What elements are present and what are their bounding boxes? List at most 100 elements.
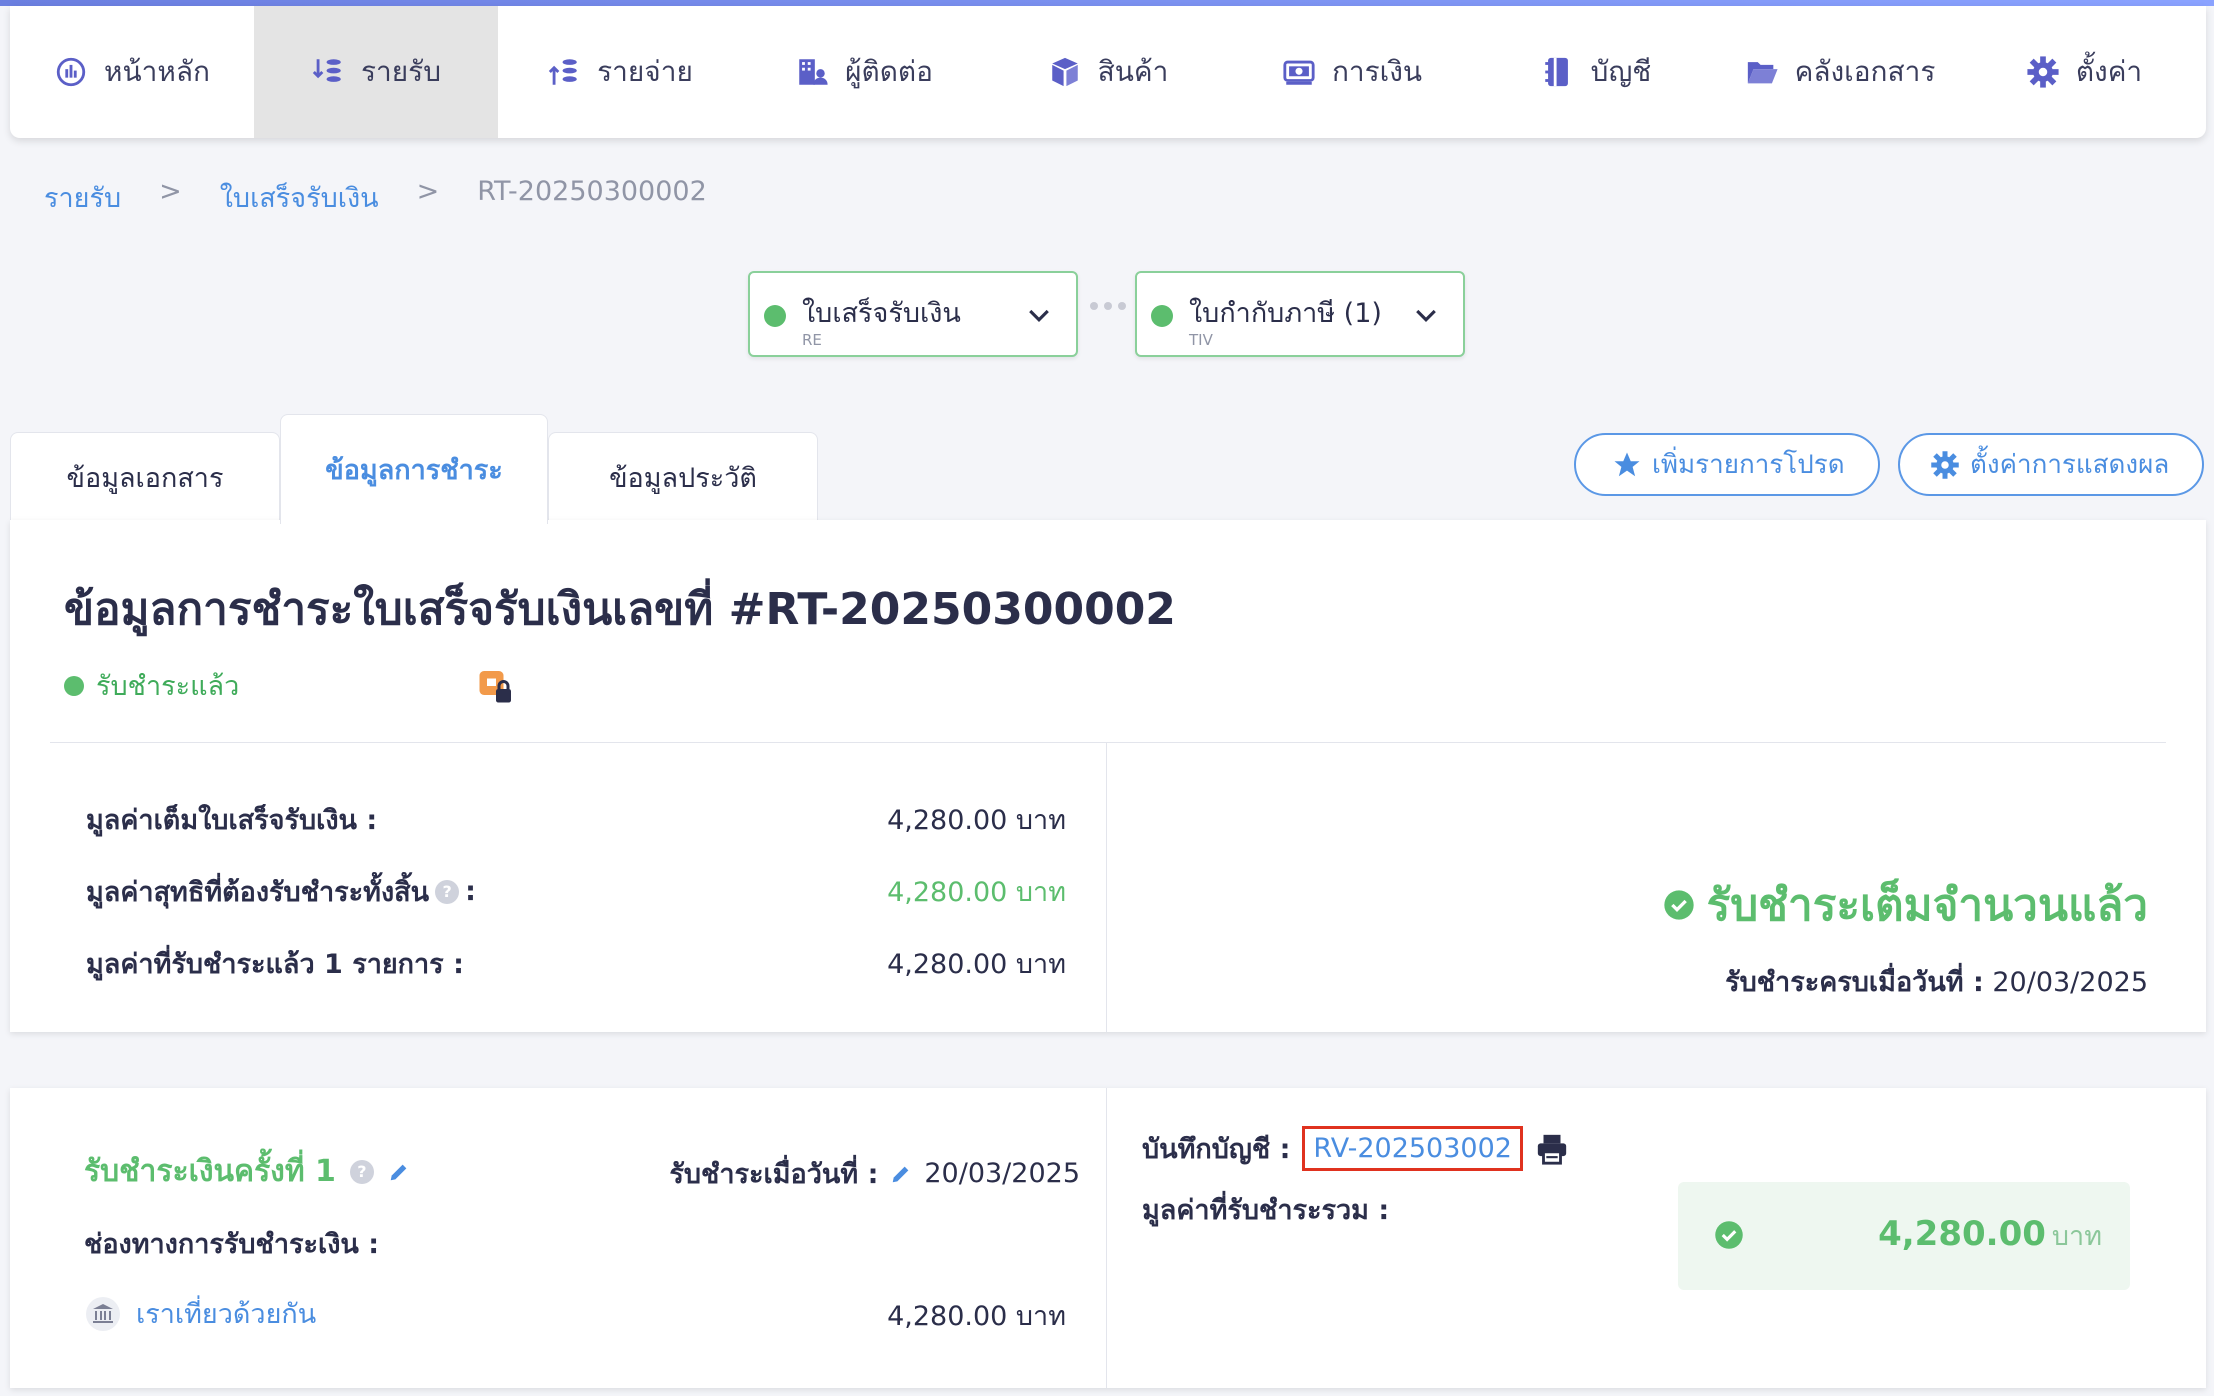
locked-document-icon[interactable]: [478, 668, 514, 704]
star-icon: [1614, 452, 1640, 476]
payment-channel-name: เราเที่ยวด้วยกัน: [136, 1299, 317, 1330]
nav-item-contacts[interactable]: ผู้ติดต่อ: [742, 6, 986, 138]
breadcrumb: รายรับ > ใบเสร็จรับเงิน > RT-20250300002: [44, 176, 707, 219]
nav-item-expense[interactable]: รายจ่าย: [498, 6, 742, 138]
chevron-down-icon: [1029, 309, 1049, 322]
row-full-value: มูลค่าเต็มใบเสร็จรับเงิน :: [86, 798, 377, 841]
doc-chip-code: TIV: [1189, 331, 1213, 349]
edit-pencil-icon[interactable]: [388, 1161, 410, 1183]
total-received-label: มูลค่าที่รับชำระรวม :: [1142, 1195, 1390, 1226]
nav-item-income[interactable]: รายรับ: [254, 6, 498, 138]
check-circle-icon: [1715, 1221, 1743, 1249]
row-paid-value: มูลค่าที่รับชำระแล้ว 1 รายการ :: [86, 942, 464, 985]
payment-channel-amount: 4,280.00 บาท: [887, 1301, 1066, 1332]
status-dot: [1151, 305, 1173, 327]
nav-item-products[interactable]: สินค้า: [986, 6, 1230, 138]
payment-channel-label: ช่องทางการรับชำระเงิน :: [84, 1229, 380, 1260]
doc-chip-title: ใบกำกับภาษี (1): [1189, 298, 1382, 329]
row-paid-value-amount: 4,280.00 บาท: [887, 949, 1066, 980]
tab-label: ข้อมูลการชำระ: [325, 455, 503, 486]
display-settings-label: ตั้งค่าการแสดงผล: [1970, 450, 2170, 480]
add-favorite-button[interactable]: เพิ่มรายการโปรด: [1574, 433, 1880, 496]
tab-payment-info[interactable]: ข้อมูลการชำระ: [280, 414, 548, 524]
total-received-value: 4,280.00: [1878, 1214, 2046, 1254]
nav-label: คลังเอกสาร: [1794, 55, 1936, 88]
nav-label: สินค้า: [1097, 55, 1169, 88]
tab-label: ข้อมูลประวัติ: [609, 463, 757, 494]
bank-icon: [86, 1296, 120, 1331]
tab-history[interactable]: ข้อมูลประวัติ: [548, 432, 818, 522]
nav-label: หน้าหลัก: [104, 55, 210, 88]
account-record: บันทึกบัญชี : RV-202503002: [1142, 1126, 1569, 1171]
payment-record-card: รับชำระเงินครั้งที่ 1 ? รับชำระเมื่อวันท…: [10, 1088, 2206, 1388]
check-circle-icon: [1663, 890, 1694, 920]
display-settings-button[interactable]: ตั้งค่าการแสดงผล: [1898, 433, 2204, 496]
row-net-value: มูลค่าสุทธิที่ต้องรับชำระทั้งสิ้น ? :: [86, 870, 476, 913]
payment-title: รับชำระเงินครั้งที่ 1 ?: [84, 1148, 410, 1195]
divider: [1106, 743, 1107, 1032]
paid-in-full-text: รับชำระเต็มจำนวนแล้ว: [1706, 880, 2148, 931]
divider: [50, 742, 2166, 743]
help-icon[interactable]: ?: [349, 1159, 374, 1184]
account-book-icon: [1544, 57, 1568, 87]
status-badge: รับชำระแล้ว: [64, 664, 239, 707]
expense-icon: [548, 59, 577, 85]
help-icon[interactable]: ?: [435, 879, 460, 904]
gear-icon: [2027, 56, 2059, 88]
divider: [1106, 1088, 1107, 1388]
row-suffix: :: [465, 876, 476, 907]
product-box-icon: [1051, 57, 1078, 87]
print-icon[interactable]: [1535, 1132, 1569, 1166]
status-text: รับชำระแล้ว: [96, 671, 240, 702]
account-record-link[interactable]: RV-202503002: [1302, 1126, 1523, 1171]
nav-item-settings[interactable]: ตั้งค่า: [1962, 6, 2206, 138]
status-dot: [64, 675, 84, 696]
contacts-icon: [799, 59, 828, 85]
nav-label: รายจ่าย: [597, 55, 693, 88]
account-record-label: บันทึกบัญชี :: [1142, 1134, 1291, 1165]
tab-document-info[interactable]: ข้อมูลเอกสาร: [10, 432, 280, 522]
money-icon: [1283, 60, 1315, 85]
nav-item-finance[interactable]: การเงิน: [1230, 6, 1474, 138]
edit-pencil-icon[interactable]: [890, 1163, 912, 1185]
currency-unit: บาท: [2051, 1221, 2102, 1252]
payment-summary-card: ข้อมูลการชำระใบเสร็จรับเงินเลขที่ #RT-20…: [10, 520, 2206, 1032]
nav-label: ตั้งค่า: [2075, 55, 2143, 88]
total-received-amount: 4,280.00 บาท: [1878, 1214, 2102, 1257]
paid-complete-date: รับชำระครบเมื่อวันที่ : 20/03/2025: [1725, 960, 2148, 1003]
paid-date-label: รับชำระครบเมื่อวันที่ :: [1725, 967, 1984, 998]
payment-channel[interactable]: เราเที่ยวด้วยกัน: [86, 1292, 316, 1335]
status-dot: [764, 305, 786, 327]
breadcrumb-current: RT-20250300002: [477, 176, 707, 207]
folder-icon: [1747, 62, 1778, 84]
row-net-value-amount: 4,280.00 บาท: [887, 877, 1066, 908]
dashboard-icon: [56, 57, 86, 87]
payment-date-label: รับชำระเมื่อวันที่ :: [669, 1159, 879, 1190]
doc-chip-code: RE: [802, 331, 822, 349]
nav-label: บัญชี: [1590, 55, 1652, 88]
page-title: ข้อมูลการชำระใบเสร็จรับเงินเลขที่ #RT-20…: [64, 584, 1176, 635]
doc-chip-title: ใบเสร็จรับเงิน: [802, 298, 961, 329]
nav-item-accounting[interactable]: บัญชี: [1474, 6, 1718, 138]
income-icon: [312, 59, 341, 82]
chevron-down-icon: [1416, 309, 1436, 322]
row-label: มูลค่าเต็มใบเสร็จรับเงิน :: [86, 805, 378, 836]
row-full-value-amount: 4,280.00 บาท: [887, 805, 1066, 836]
breadcrumb-income-link[interactable]: รายรับ: [44, 176, 121, 219]
breadcrumb-receipt-link[interactable]: ใบเสร็จรับเงิน: [220, 176, 379, 219]
row-label: มูลค่าสุทธิที่ต้องรับชำระทั้งสิ้น: [86, 877, 430, 908]
nav-item-documents[interactable]: คลังเอกสาร: [1718, 6, 1962, 138]
nav-label: การเงิน: [1331, 55, 1423, 88]
gear-icon: [1931, 450, 1959, 479]
chain-connector: [1090, 302, 1126, 310]
nav-label: ผู้ติดต่อ: [845, 55, 933, 88]
doc-chip-tax-invoice[interactable]: ใบกำกับภาษี (1) TIV: [1135, 271, 1465, 357]
payment-date-value: 20/03/2025: [924, 1158, 1080, 1189]
doc-chip-receipt[interactable]: ใบเสร็จรับเงิน RE: [748, 271, 1078, 357]
paid-date-value: 20/03/2025: [1992, 967, 2148, 998]
nav-item-dashboard[interactable]: หน้าหลัก: [10, 6, 254, 138]
breadcrumb-separator: >: [159, 176, 182, 207]
paid-in-full-status: รับชำระเต็มจำนวนแล้ว: [1663, 870, 2148, 940]
main-nav: หน้าหลัก รายรับ รายจ่าย ผู้ติดต่อ สินค้า…: [10, 6, 2206, 138]
nav-label: รายรับ: [361, 55, 441, 88]
